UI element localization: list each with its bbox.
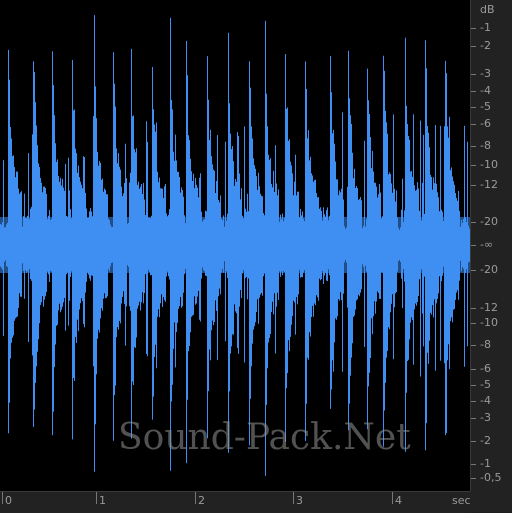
db-tick (471, 369, 476, 370)
time-tick (96, 492, 97, 504)
db-tick (471, 165, 476, 166)
db-label: -4 (480, 394, 491, 407)
db-label: -3 (480, 411, 491, 424)
time-label: 4 (395, 494, 402, 507)
audio-editor: dB -1 -2 -3 -4 -5 -6 -8 -10 -12 -20 -∞ -20 -12 -10 -8-… (0, 0, 512, 513)
db-label: -3 (480, 67, 491, 80)
db-tick (471, 385, 476, 386)
time-label: 2 (198, 494, 205, 507)
db-label: -2 (480, 434, 491, 447)
db-label: -6 (480, 117, 491, 130)
time-tick (2, 492, 3, 504)
db-label: -6 (480, 362, 491, 375)
time-tick (293, 492, 294, 504)
db-label: -∞ (480, 238, 494, 251)
db-label: -20 (480, 215, 498, 228)
db-tick (471, 222, 476, 223)
time-label: 1 (99, 494, 106, 507)
waveform-core (0, 217, 470, 273)
db-tick (471, 418, 476, 419)
db-tick (471, 345, 476, 346)
db-tick (471, 245, 476, 246)
db-tick (471, 270, 476, 271)
db-tick (471, 478, 476, 479)
db-label: -0,5 (480, 471, 502, 484)
db-label: -10 (480, 158, 498, 171)
db-label: -4 (480, 84, 491, 97)
db-unit-label: dB (480, 3, 495, 16)
db-tick (471, 74, 476, 75)
db-tick (471, 401, 476, 402)
db-tick (471, 28, 476, 29)
time-label: 0 (5, 494, 12, 507)
db-tick (471, 441, 476, 442)
db-label: -10 (480, 316, 498, 329)
ruler-corner (470, 491, 512, 512)
db-label: -8 (480, 338, 491, 351)
time-unit-label: sec (452, 494, 471, 507)
db-label: -5 (480, 378, 491, 391)
db-label: -1 (480, 457, 491, 470)
db-tick (471, 107, 476, 108)
db-tick (471, 308, 476, 309)
db-tick (471, 323, 476, 324)
db-tick (471, 124, 476, 125)
db-label: -20 (480, 263, 498, 276)
time-tick (195, 492, 196, 504)
time-label: 3 (296, 494, 303, 507)
db-label: -5 (480, 100, 491, 113)
time-tick (392, 492, 393, 504)
db-tick (471, 46, 476, 47)
db-label: -12 (480, 178, 498, 191)
db-ruler: dB -1 -2 -3 -4 -5 -6 -8 -10 -12 -20 -∞ -20 -12 -10 -8 -… (470, 0, 512, 491)
time-ruler: 0 1 2 3 4 sec (0, 491, 471, 513)
db-tick (471, 146, 476, 147)
db-tick (471, 185, 476, 186)
db-label: -8 (480, 139, 491, 152)
db-label: -2 (480, 39, 491, 52)
db-tick (471, 464, 476, 465)
db-label: -12 (480, 301, 498, 314)
db-label: -1 (480, 21, 491, 34)
watermark: Sound-Pack.Net (118, 417, 411, 458)
db-tick (471, 91, 476, 92)
